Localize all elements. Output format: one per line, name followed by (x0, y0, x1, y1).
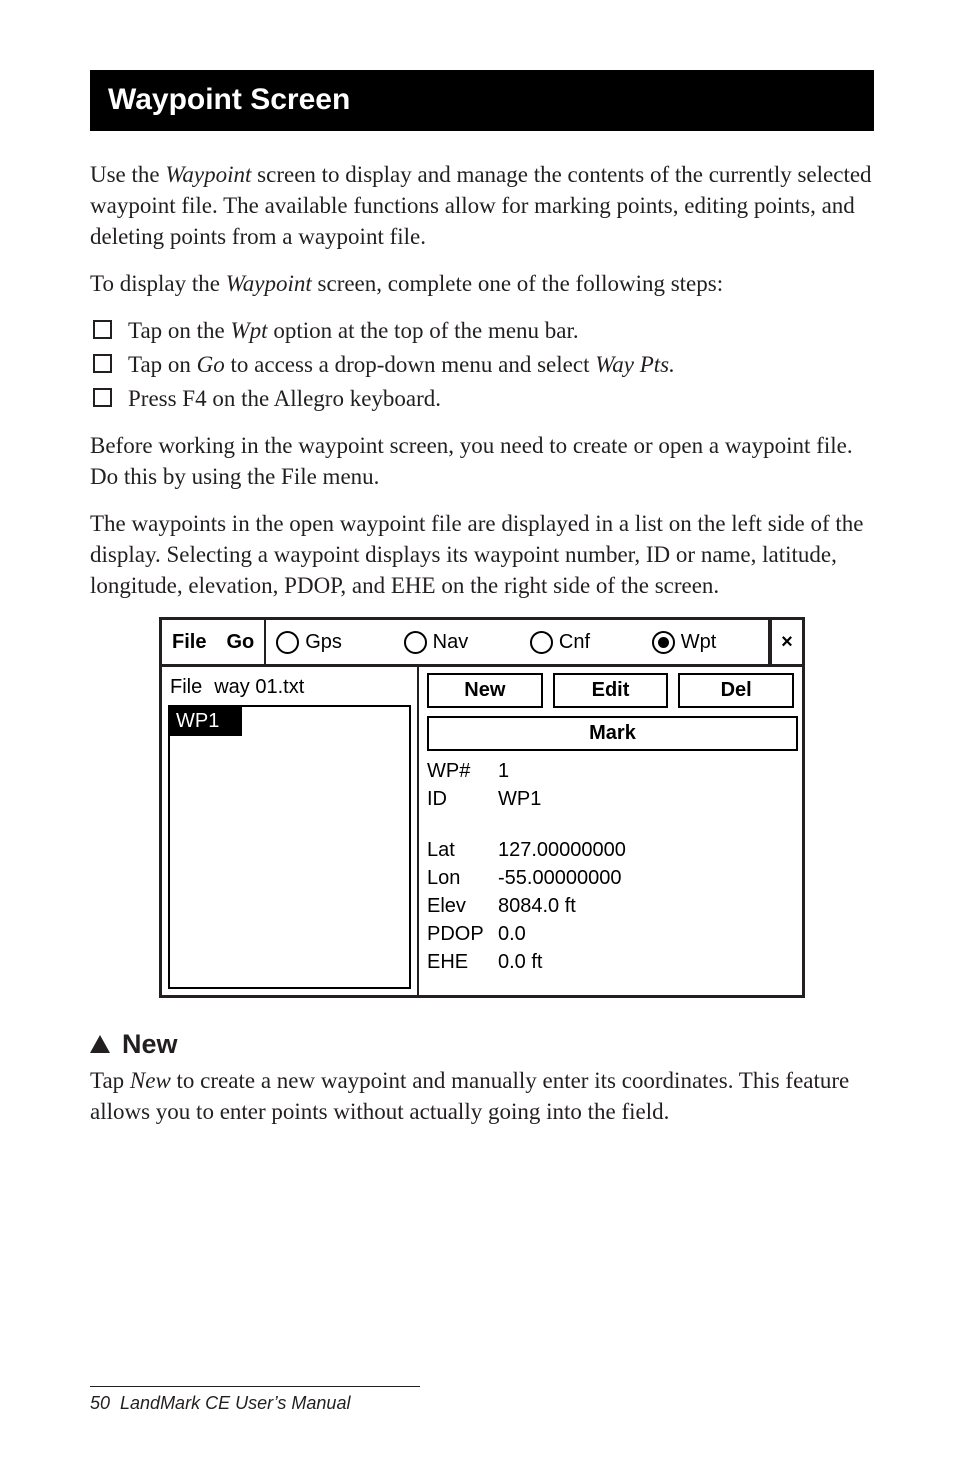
elev-label: Elev (427, 893, 482, 920)
mark-button[interactable]: Mark (427, 716, 798, 751)
to-display-em: Waypoint (226, 271, 312, 296)
menu-file[interactable]: File (162, 620, 216, 664)
tab-label: Nav (433, 629, 469, 656)
bullet-text: to access a drop-down menu and select (225, 352, 595, 377)
radio-icon (530, 631, 553, 654)
intro-pre: Use the (90, 162, 165, 187)
tab-cnf[interactable]: Cnf (520, 620, 600, 664)
radio-icon (404, 631, 427, 654)
elev-value: 8084.0 ft (498, 893, 576, 920)
tab-gps[interactable]: Gps (266, 620, 352, 664)
waypoint-detail-pane: New Edit Del Mark WP# 1 ID WP1 Lat 127.0000… (419, 667, 802, 995)
file-name: way 01.txt (214, 674, 304, 701)
bullet-text: Tap on the (128, 318, 231, 343)
wpnum-label: WP# (427, 758, 482, 785)
waypoints-paragraph: The waypoints in the open waypoint file … (90, 508, 874, 601)
checkbox-icon (93, 320, 112, 339)
new-section-body: Tap New to create a new waypoint and man… (90, 1065, 874, 1127)
ehe-value: 0.0 ft (498, 949, 542, 976)
list-item-selected[interactable]: WP1 (170, 707, 242, 736)
ehe-label: EHE (427, 949, 482, 976)
lat-value: 127.00000000 (498, 837, 626, 864)
section-title: New (122, 1026, 178, 1062)
menu-bar: File Go Gps Nav Cnf Wpt × (162, 620, 802, 667)
bullet-em: Way Pts. (595, 352, 675, 377)
file-label: File (170, 674, 202, 701)
bullet-em: Go (197, 352, 225, 377)
wpnum-value: 1 (498, 758, 509, 785)
intro-paragraph: Use the Waypoint screen to display and m… (90, 159, 874, 252)
lon-value: -55.00000000 (498, 865, 621, 892)
bullet-text: Press F4 on the Allegro keyboard. (128, 386, 441, 411)
list-item: Press F4 on the Allegro keyboard. (90, 383, 874, 414)
bullet-text: option at the top of the menu bar. (268, 318, 579, 343)
footer-rule (90, 1386, 420, 1387)
new-button[interactable]: New (427, 673, 543, 708)
lon-label: Lon (427, 865, 482, 892)
bullet-text: Tap on (128, 352, 197, 377)
page-footer: 50 LandMark CE User’s Manual (90, 1386, 874, 1415)
id-label: ID (427, 786, 482, 813)
lat-label: Lat (427, 837, 482, 864)
bullet-list: Tap on the Wpt option at the top of the … (90, 315, 874, 414)
menu-go[interactable]: Go (216, 620, 264, 664)
del-button[interactable]: Del (678, 673, 794, 708)
new-body-pre: Tap (90, 1068, 130, 1093)
section-header-new: New (90, 1026, 874, 1062)
tab-label: Gps (305, 629, 342, 656)
checkbox-icon (93, 354, 112, 373)
before-working-paragraph: Before working in the waypoint screen, y… (90, 430, 874, 492)
page-title: Waypoint Screen (90, 70, 874, 131)
tab-label: Cnf (559, 629, 590, 656)
to-display-paragraph: To display the Waypoint screen, complete… (90, 268, 874, 299)
radio-selected-icon (652, 631, 675, 654)
bullet-em: Wpt (231, 318, 268, 343)
pdop-label: PDOP (427, 921, 482, 948)
intro-em: Waypoint (165, 162, 251, 187)
edit-button[interactable]: Edit (553, 673, 669, 708)
to-display-post: screen, complete one of the following st… (312, 271, 723, 296)
list-item: Tap on the Wpt option at the top of the … (90, 315, 874, 346)
tab-label: Wpt (681, 629, 717, 656)
pdop-value: 0.0 (498, 921, 526, 948)
to-display-pre: To display the (90, 271, 226, 296)
new-body-post: to create a new waypoint and manually en… (90, 1068, 849, 1124)
id-value: WP1 (498, 786, 541, 813)
triangle-icon (90, 1035, 110, 1053)
close-button[interactable]: × (770, 620, 802, 664)
waypoint-list[interactable]: WP1 (168, 705, 411, 989)
tab-wpt[interactable]: Wpt (642, 620, 727, 664)
app-screenshot: File Go Gps Nav Cnf Wpt × File way 01.tx… (159, 617, 805, 998)
waypoint-list-pane: File way 01.txt WP1 (162, 667, 419, 995)
new-body-em: New (130, 1068, 171, 1093)
tab-nav[interactable]: Nav (394, 620, 479, 664)
list-item: Tap on Go to access a drop-down menu and… (90, 349, 874, 380)
footer-text: 50 LandMark CE User’s Manual (90, 1391, 874, 1415)
radio-icon (276, 631, 299, 654)
checkbox-icon (93, 388, 112, 407)
